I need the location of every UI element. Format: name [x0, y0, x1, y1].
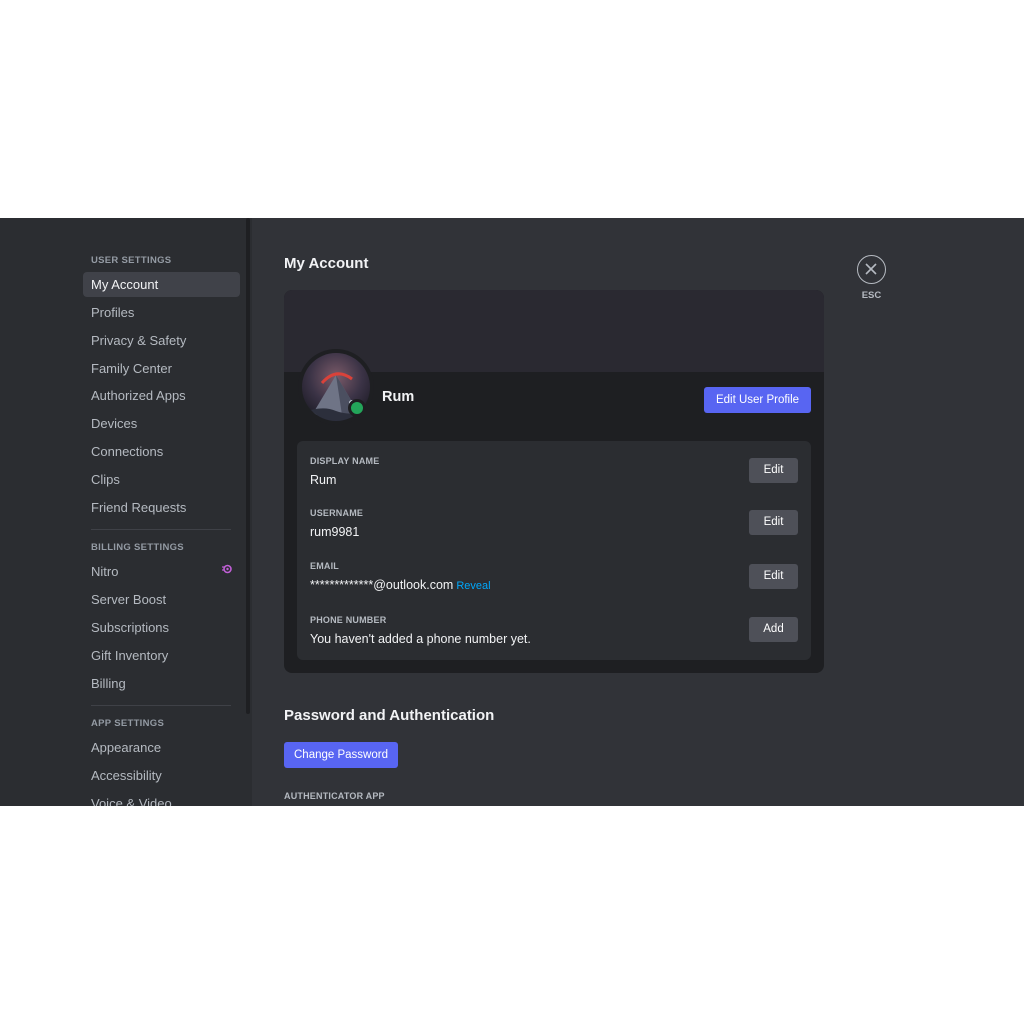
authenticator-app-label: AUTHENTICATOR APP [284, 791, 385, 801]
edit-email-button[interactable]: Edit [749, 564, 798, 589]
field-label: EMAIL [310, 561, 339, 571]
sidebar-item-subscriptions[interactable]: Subscriptions [83, 615, 240, 640]
sidebar-item-friend-requests[interactable]: Friend Requests [83, 495, 240, 520]
field-label: DISPLAY NAME [310, 456, 380, 466]
field-value: *************@outlook.com Reveal [310, 578, 491, 592]
sidebar-item-billing[interactable]: Billing [83, 671, 240, 696]
sidebar-item-nitro[interactable]: Nitro [83, 559, 240, 584]
sidebar-item-devices[interactable]: Devices [83, 411, 240, 436]
sidebar-divider [91, 705, 231, 706]
field-label: PHONE NUMBER [310, 615, 387, 625]
field-label: USERNAME [310, 508, 364, 518]
online-status-icon [348, 399, 366, 417]
email-value: *************@outlook.com [310, 578, 454, 592]
sidebar-divider [91, 529, 231, 530]
change-password-button[interactable]: Change Password [284, 742, 398, 768]
field-value: rum9981 [310, 525, 360, 539]
sidebar-item-privacy-safety[interactable]: Privacy & Safety [83, 328, 240, 353]
profile-banner [284, 290, 824, 372]
edit-username-button[interactable]: Edit [749, 510, 798, 535]
nitro-icon [222, 559, 232, 584]
sidebar-scrollbar[interactable] [246, 218, 250, 714]
page-title: My Account [284, 255, 369, 272]
sidebar-item-clips[interactable]: Clips [83, 467, 240, 492]
billing-settings-header: BILLING SETTINGS [91, 542, 184, 553]
sidebar-item-server-boost[interactable]: Server Boost [83, 587, 240, 612]
add-phone-button[interactable]: Add [749, 617, 798, 642]
sidebar-item-family-center[interactable]: Family Center [83, 356, 240, 381]
sidebar-item-authorized-apps[interactable]: Authorized Apps [83, 383, 240, 408]
account-card: Rum Edit User Profile DISPLAY NAME Rum E… [284, 290, 824, 673]
field-value: Rum [310, 473, 337, 487]
user-settings-header: USER SETTINGS [91, 255, 172, 266]
sidebar-item-voice-video[interactable]: Voice & Video [83, 791, 240, 806]
sidebar-item-appearance[interactable]: Appearance [83, 735, 240, 760]
edit-display-name-button[interactable]: Edit [749, 458, 798, 483]
reveal-email-link[interactable]: Reveal [456, 580, 490, 592]
esc-label: ESC [861, 290, 882, 301]
profile-name: Rum [382, 389, 415, 405]
sidebar-item-label: Nitro [91, 564, 119, 579]
account-info-panel: DISPLAY NAME Rum Edit USERNAME rum9981 E… [297, 441, 811, 660]
edit-user-profile-button[interactable]: Edit User Profile [704, 387, 811, 413]
app-settings-header: APP SETTINGS [91, 718, 165, 729]
password-auth-title: Password and Authentication [284, 707, 495, 724]
avatar[interactable] [298, 349, 374, 425]
settings-sidebar: USER SETTINGS My Account Profiles Privac… [0, 218, 252, 806]
settings-window: USER SETTINGS My Account Profiles Privac… [0, 218, 1024, 806]
sidebar-item-accessibility[interactable]: Accessibility [83, 763, 240, 788]
sidebar-item-gift-inventory[interactable]: Gift Inventory [83, 643, 240, 668]
sidebar-item-connections[interactable]: Connections [83, 439, 240, 464]
sidebar-item-profiles[interactable]: Profiles [83, 300, 240, 325]
sidebar-item-my-account[interactable]: My Account [83, 272, 240, 297]
close-button[interactable] [857, 255, 886, 284]
field-value: You haven't added a phone number yet. [310, 632, 531, 646]
